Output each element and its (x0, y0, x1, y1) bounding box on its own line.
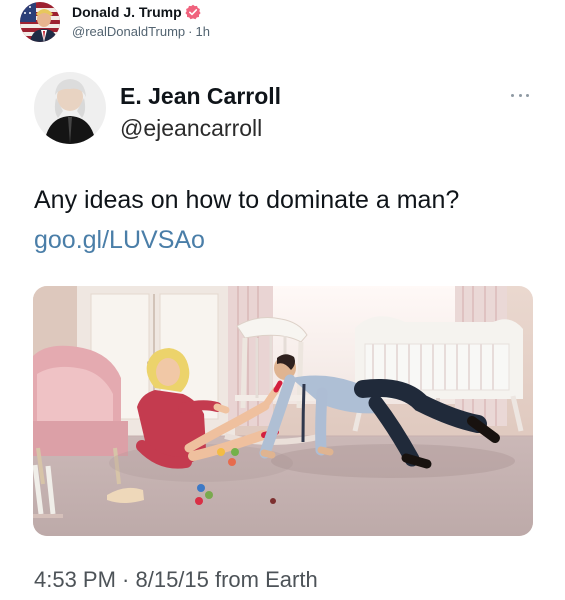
tweet-text: Any ideas on how to dominate a man? (34, 186, 460, 214)
outer-time-ago[interactable]: 1h (196, 24, 210, 39)
tweet-link[interactable]: goo.gl/LUVSAo (34, 224, 205, 256)
more-options-icon[interactable] (511, 92, 529, 98)
embedded-handle[interactable]: @ejeancarroll (120, 114, 281, 142)
outer-author-name[interactable]: Donald J. Trump (72, 3, 182, 21)
outer-post-header: Donald J. Trump @realDonaldTrump · 1h (20, 0, 210, 44)
separator-dot: · (188, 24, 193, 39)
embedded-author-name[interactable]: E. Jean Carroll (120, 82, 281, 110)
outer-handle[interactable]: @realDonaldTrump (72, 24, 185, 39)
tweet-media-image[interactable] (33, 286, 533, 536)
verified-badge-icon (185, 4, 201, 20)
tweet-timestamp[interactable]: 4:53 PM · 8/15/15 from Earth (34, 566, 318, 594)
embedded-avatar[interactable] (34, 72, 106, 144)
outer-avatar[interactable] (20, 2, 60, 42)
embedded-tweet-header: E. Jean Carroll @ejeancarroll (34, 72, 281, 144)
